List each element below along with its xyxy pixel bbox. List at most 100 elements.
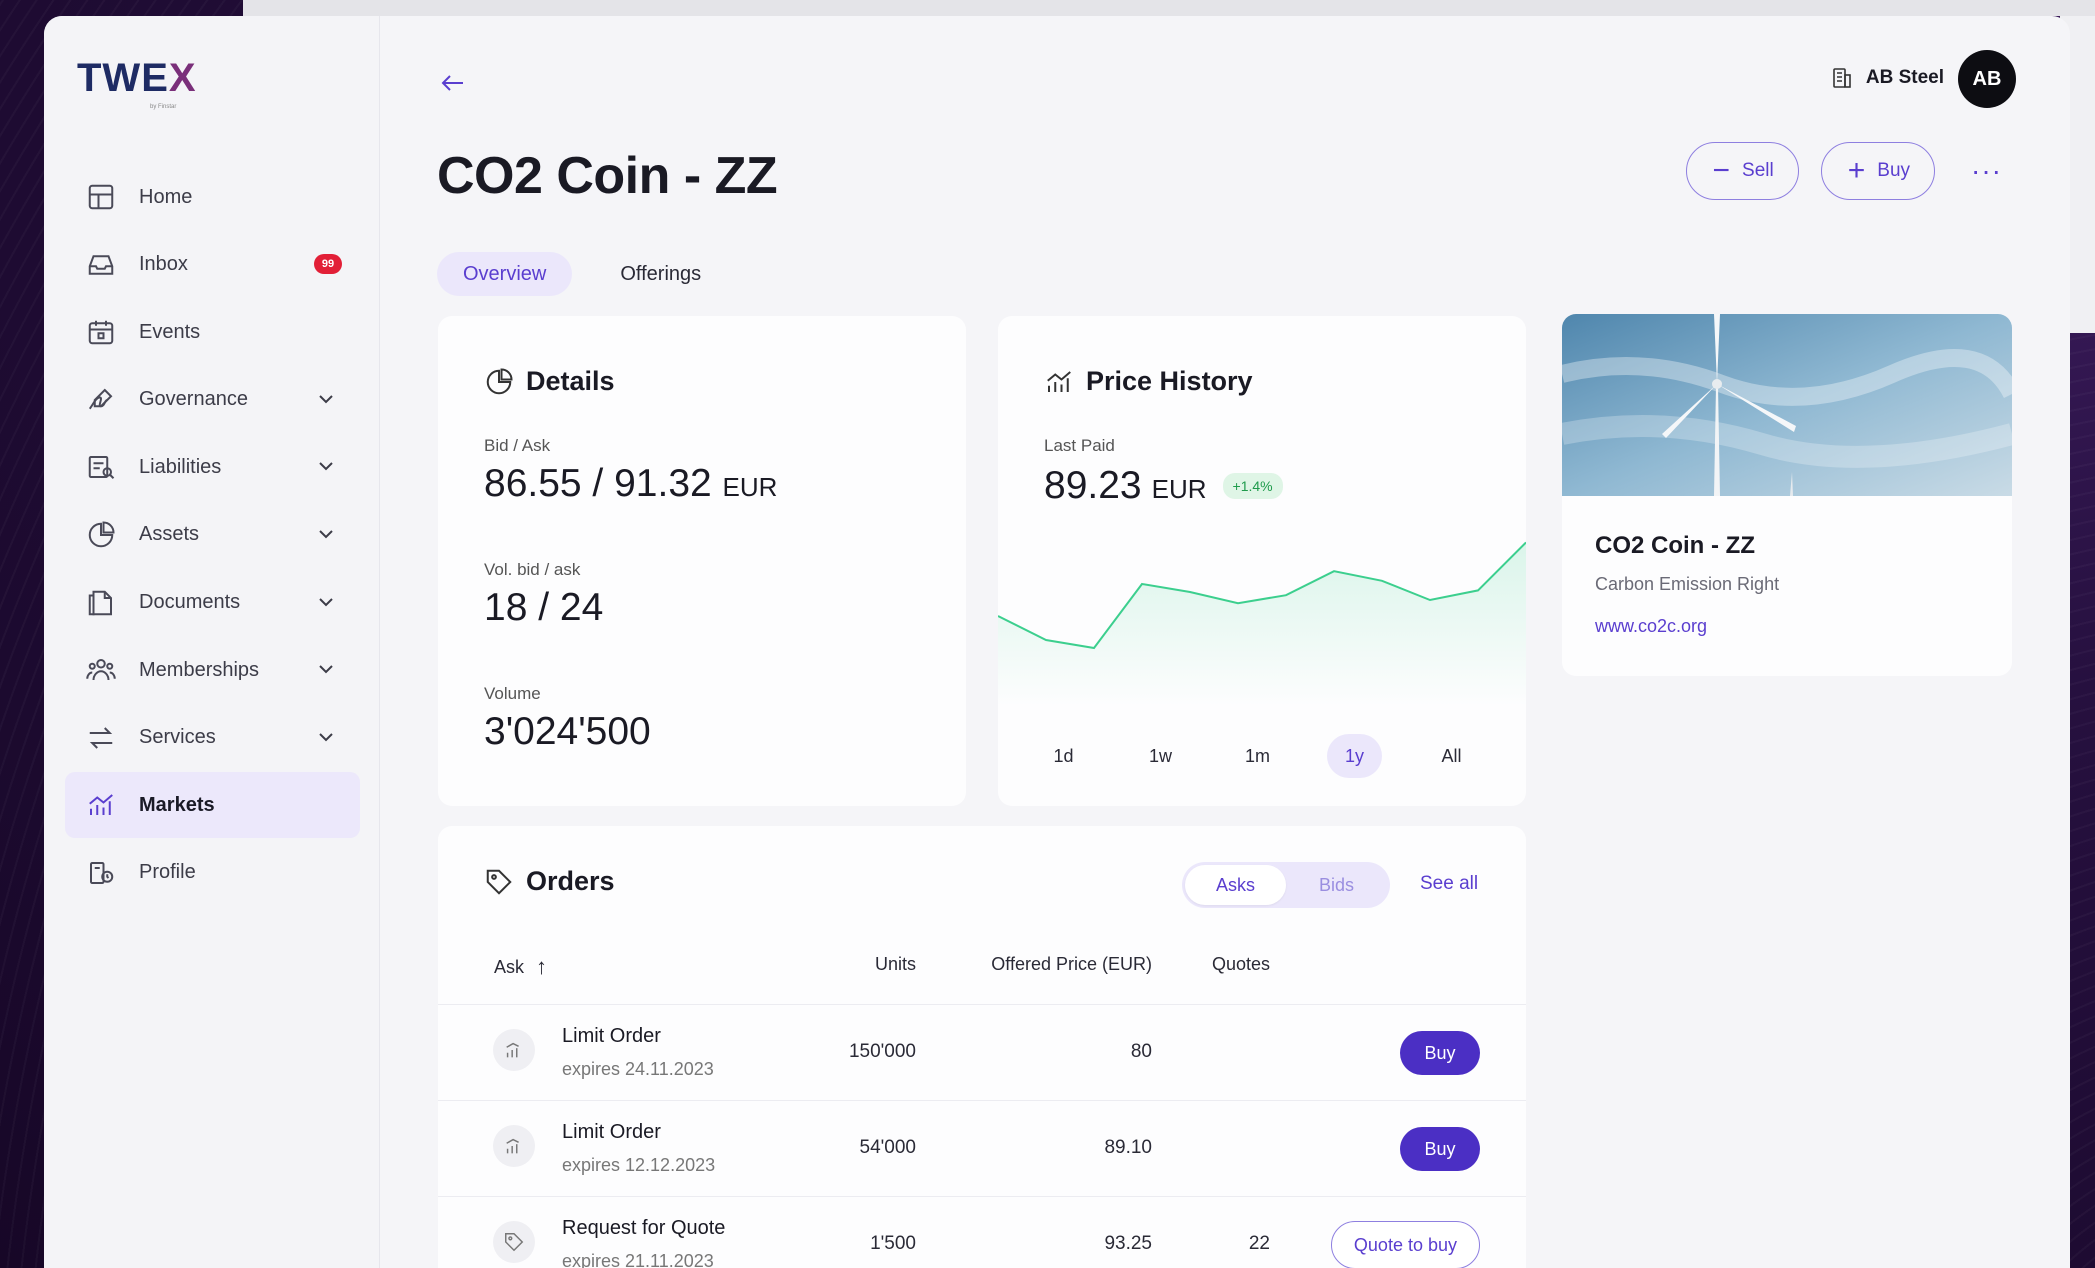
more-options-icon[interactable]: ··· bbox=[1971, 155, 2002, 187]
see-all-link[interactable]: See all bbox=[1420, 873, 1478, 895]
page-title: CO2 Coin - ZZ bbox=[437, 147, 778, 205]
signature-icon bbox=[83, 382, 119, 418]
limit-order-icon bbox=[493, 1029, 535, 1071]
column-header-price[interactable]: Offered Price (EUR) bbox=[991, 954, 1152, 975]
order-units: 150'000 bbox=[848, 1041, 916, 1062]
building-icon bbox=[1833, 68, 1851, 88]
app-window: TWEX by Finstar Home Inbox 99 Events Gov… bbox=[44, 16, 2070, 1268]
logo[interactable]: TWEX bbox=[77, 56, 197, 101]
sidebar: TWEX by Finstar Home Inbox 99 Events Gov… bbox=[44, 16, 380, 1268]
price-history-title: Price History bbox=[1044, 366, 1253, 397]
chevron-down-icon bbox=[316, 659, 336, 679]
sort-up-icon: ↑ bbox=[536, 954, 548, 979]
column-header-quotes[interactable]: Quotes bbox=[1212, 954, 1270, 975]
volume-bid-ask-field: Vol. bid / ask 18 / 24 bbox=[484, 560, 604, 629]
order-units: 1'500 bbox=[870, 1233, 916, 1254]
pie-chart-icon bbox=[83, 517, 119, 553]
currency-label: EUR bbox=[1151, 474, 1207, 504]
table-row[interactable]: Limit Order expires 12.12.2023 54'000 89… bbox=[438, 1100, 1526, 1196]
sidebar-item-services[interactable]: Services bbox=[65, 705, 360, 771]
chevron-down-icon bbox=[316, 727, 336, 747]
tab-overview[interactable]: Overview bbox=[437, 252, 573, 296]
chevron-down-icon bbox=[316, 524, 336, 544]
sidebar-item-memberships[interactable]: Memberships bbox=[65, 637, 360, 703]
arrow-left-icon bbox=[441, 75, 463, 91]
sidebar-nav: Home Inbox 99 Events Governance Liabilit… bbox=[65, 164, 360, 908]
sidebar-item-documents[interactable]: Documents bbox=[65, 570, 360, 636]
sidebar-item-label: Home bbox=[139, 185, 193, 208]
range-1m[interactable]: 1m bbox=[1230, 734, 1285, 778]
table-row[interactable]: Request for Quote expires 21.11.2023 1'5… bbox=[438, 1196, 1526, 1268]
row-buy-button[interactable]: Buy bbox=[1400, 1127, 1480, 1171]
sidebar-item-label: Services bbox=[139, 726, 216, 749]
main-content: AB Steel AB CO2 Coin - ZZ − Sell + Buy ·… bbox=[380, 16, 2070, 1268]
logo-subtitle: by Finstar bbox=[150, 104, 177, 110]
dashboard-icon bbox=[83, 179, 119, 215]
price-line-chart bbox=[998, 541, 1526, 706]
back-button[interactable] bbox=[438, 68, 472, 102]
sidebar-item-label: Assets bbox=[139, 523, 200, 546]
chevron-down-icon bbox=[316, 592, 336, 612]
tag-icon bbox=[486, 869, 512, 895]
sell-button[interactable]: − Sell bbox=[1685, 142, 1799, 200]
currency-label: EUR bbox=[722, 472, 778, 502]
asks-toggle[interactable]: Asks bbox=[1185, 865, 1286, 905]
inbox-icon bbox=[83, 247, 119, 283]
sidebar-item-profile[interactable]: Profile bbox=[65, 840, 360, 906]
range-1d[interactable]: 1d bbox=[1036, 734, 1091, 778]
limit-order-icon bbox=[493, 1125, 535, 1167]
order-price: 80 bbox=[1130, 1041, 1152, 1062]
chevron-down-icon bbox=[316, 389, 336, 409]
avatar[interactable]: AB bbox=[1958, 50, 2016, 108]
sidebar-item-assets[interactable]: Assets bbox=[65, 502, 360, 568]
table-row[interactable]: Limit Order expires 24.11.2023 150'000 8… bbox=[438, 1004, 1526, 1100]
page-tabs: Overview Offerings bbox=[437, 252, 727, 296]
range-1y[interactable]: 1y bbox=[1327, 734, 1382, 778]
order-type: Limit Order bbox=[562, 1121, 661, 1143]
page-actions: − Sell + Buy ··· bbox=[1685, 142, 2002, 200]
order-price: 89.10 bbox=[1104, 1137, 1152, 1158]
order-type: Limit Order bbox=[562, 1025, 661, 1047]
markets-icon bbox=[83, 787, 119, 823]
last-paid-value: 89.23 bbox=[1044, 464, 1142, 507]
background-window-strip bbox=[243, 0, 2095, 16]
asset-website-link[interactable]: www.co2c.org bbox=[1595, 616, 1707, 637]
range-1w[interactable]: 1w bbox=[1133, 734, 1188, 778]
bids-toggle[interactable]: Bids bbox=[1286, 865, 1387, 905]
sidebar-item-home[interactable]: Home bbox=[65, 164, 360, 230]
sidebar-item-liabilities[interactable]: Liabilities bbox=[65, 434, 360, 500]
row-buy-button[interactable]: Buy bbox=[1400, 1031, 1480, 1075]
pie-chart-icon bbox=[486, 367, 513, 394]
wind-turbine-image bbox=[1562, 314, 2012, 496]
buy-button[interactable]: + Buy bbox=[1820, 142, 1936, 200]
sidebar-item-label: Governance bbox=[139, 388, 248, 411]
inbox-count-badge: 99 bbox=[314, 253, 342, 274]
liabilities-icon bbox=[83, 449, 119, 485]
chevron-down-icon bbox=[316, 456, 336, 476]
order-expiry: expires 24.11.2023 bbox=[562, 1059, 714, 1079]
sidebar-item-inbox[interactable]: Inbox 99 bbox=[65, 232, 360, 298]
column-header-ask[interactable]: Ask ↑ bbox=[494, 954, 547, 980]
organization-name: AB Steel bbox=[1865, 67, 1944, 88]
tab-offerings[interactable]: Offerings bbox=[594, 252, 727, 296]
sidebar-item-label: Profile bbox=[139, 861, 196, 884]
sidebar-item-label: Liabilities bbox=[139, 455, 222, 478]
range-all[interactable]: All bbox=[1424, 734, 1479, 778]
sidebar-item-events[interactable]: Events bbox=[65, 299, 360, 365]
orders-card: Orders Asks Bids See all Ask ↑ Units Off… bbox=[438, 826, 1526, 1268]
asset-type: Carbon Emission Right bbox=[1595, 574, 1780, 594]
column-header-units[interactable]: Units bbox=[875, 954, 916, 975]
sidebar-item-markets[interactable]: Markets bbox=[65, 772, 360, 839]
minus-icon: − bbox=[1712, 154, 1731, 187]
plus-icon: + bbox=[1847, 154, 1866, 187]
sidebar-item-label: Markets bbox=[139, 793, 215, 816]
sidebar-item-label: Inbox bbox=[139, 253, 188, 276]
details-title: Details bbox=[484, 366, 615, 397]
asset-name: CO2 Coin - ZZ bbox=[1595, 532, 1755, 559]
volume-field: Volume 3'024'500 bbox=[484, 684, 651, 753]
sidebar-item-governance[interactable]: Governance bbox=[65, 367, 360, 433]
quote-to-buy-button[interactable]: Quote to buy bbox=[1330, 1221, 1480, 1268]
document-icon bbox=[83, 585, 119, 621]
organization-switcher[interactable]: AB Steel bbox=[1830, 66, 1944, 90]
markets-icon bbox=[1047, 370, 1071, 392]
